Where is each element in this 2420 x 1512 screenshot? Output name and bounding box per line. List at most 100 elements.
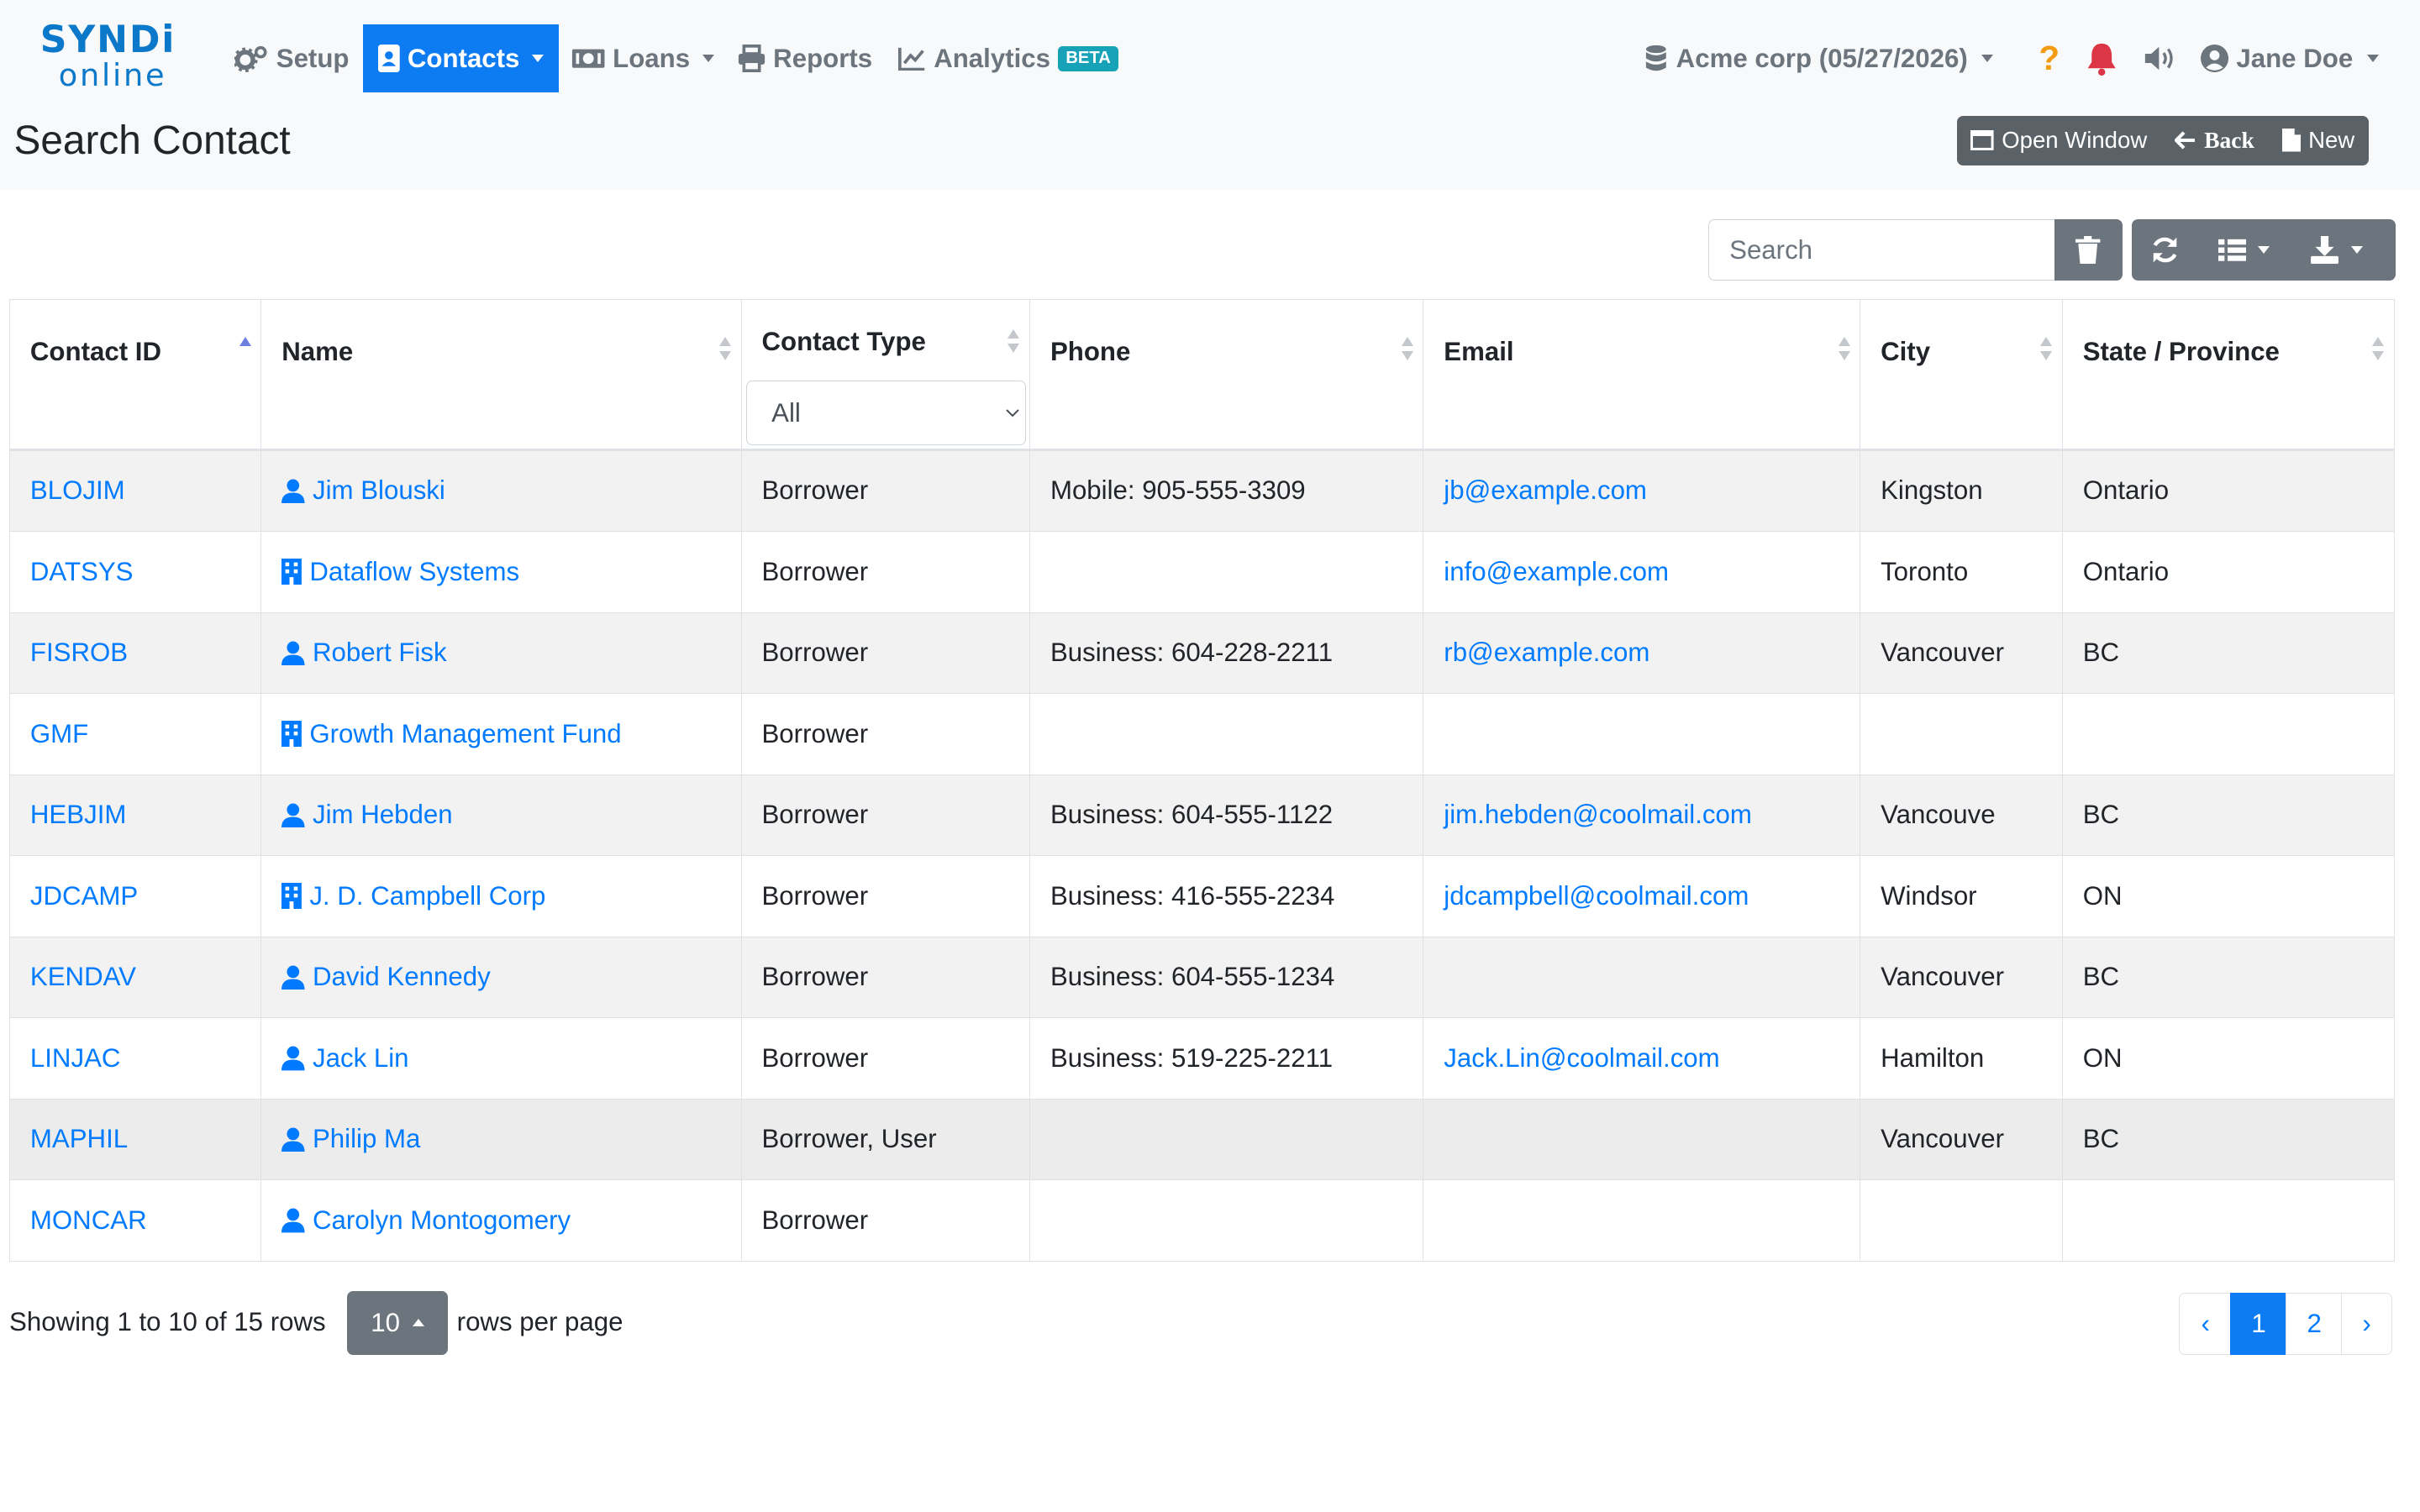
printer-icon bbox=[738, 45, 765, 73]
contact-name-link[interactable]: Growth Management Fund bbox=[281, 719, 720, 749]
page-1[interactable]: 1 bbox=[2230, 1293, 2288, 1355]
cell-state: BC bbox=[2061, 936, 2395, 1019]
cell-email: Jack.Lin@coolmail.com bbox=[1423, 1017, 1861, 1100]
contact-id-link[interactable]: MONCAR bbox=[30, 1205, 147, 1235]
user-menu[interactable]: Jane Doe bbox=[2201, 24, 2379, 92]
table-row[interactable]: GMF Growth Management Fund Borrower bbox=[9, 693, 2395, 775]
cell-phone: Business: 604-228-2211 bbox=[1029, 612, 1424, 695]
cell-contact-id: HEBJIM bbox=[9, 774, 262, 857]
table-row[interactable]: FISROB Robert Fisk Borrower Business: 604-2… bbox=[9, 612, 2395, 695]
contact-name-link[interactable]: Robert Fisk bbox=[281, 638, 720, 668]
contact-id-link[interactable]: JDCAMP bbox=[30, 881, 138, 911]
nav-setup[interactable]: Setup bbox=[234, 24, 349, 92]
email-link[interactable]: rb@example.com bbox=[1444, 638, 1649, 667]
contact-name-link[interactable]: Jack Lin bbox=[281, 1043, 720, 1074]
cell-city: Windsor bbox=[1860, 855, 2063, 937]
contact-id-link[interactable]: GMF bbox=[30, 719, 88, 748]
header-contact-id[interactable]: Contact ID bbox=[9, 299, 262, 451]
email-link[interactable]: jb@example.com bbox=[1444, 475, 1647, 505]
table-header-row: Contact ID Name Contact Type All Phone E… bbox=[9, 299, 2395, 451]
chevron-down-icon bbox=[2366, 55, 2379, 63]
cell-name: Philip Ma bbox=[260, 1098, 742, 1181]
table-row[interactable]: MAPHIL Philip Ma Borrower, User Vancouver BC bbox=[9, 1098, 2395, 1181]
contact-name-link[interactable]: J. D. Campbell Corp bbox=[281, 881, 720, 911]
bell-icon[interactable] bbox=[2085, 24, 2118, 92]
contact-id-link[interactable]: FISROB bbox=[30, 638, 128, 667]
new-button[interactable]: New bbox=[2268, 116, 2368, 165]
contact-name: Growth Management Fund bbox=[309, 718, 622, 748]
company-selector[interactable]: Acme corp (05/27/2026) bbox=[1645, 24, 1994, 92]
table-row[interactable]: MONCAR Carolyn Montogomery Borrower bbox=[9, 1179, 2395, 1262]
cell-phone: Business: 604-555-1122 bbox=[1029, 774, 1424, 857]
sort-icon bbox=[1007, 327, 1020, 354]
table-row[interactable]: LINJAC Jack Lin Borrower Business: 519-225-… bbox=[9, 1017, 2395, 1100]
cell-contact-id: KENDAV bbox=[9, 936, 262, 1019]
user-icon bbox=[281, 1127, 305, 1152]
contact-id-link[interactable]: MAPHIL bbox=[30, 1124, 128, 1153]
header-city[interactable]: City bbox=[1860, 299, 2063, 451]
contacts-table: Contact ID Name Contact Type All Phone E… bbox=[9, 299, 2395, 1262]
header-name[interactable]: Name bbox=[260, 299, 742, 451]
nav-reports[interactable]: Reports bbox=[738, 24, 872, 92]
cell-contact-type: Borrower bbox=[740, 1179, 1031, 1262]
contact-id-link[interactable]: LINJAC bbox=[30, 1043, 121, 1073]
table-row[interactable]: HEBJIM Jim Hebden Borrower Business: 604-55… bbox=[9, 774, 2395, 857]
volume-icon[interactable] bbox=[2144, 24, 2177, 92]
nav-contacts-label: Contacts bbox=[407, 43, 520, 73]
nav-analytics[interactable]: Analytics BETA bbox=[897, 24, 1118, 92]
table-row[interactable]: BLOJIM Jim Blouski Borrower Mobile: 905-555… bbox=[9, 449, 2395, 533]
header-city-label: City bbox=[1881, 337, 1931, 367]
table-row[interactable]: JDCAMP J. D. Campbell Corp Borrower Busines… bbox=[9, 855, 2395, 937]
refresh-icon bbox=[2154, 237, 2177, 263]
contact-id-link[interactable]: BLOJIM bbox=[30, 475, 125, 505]
cell-name: Growth Management Fund bbox=[260, 693, 742, 775]
email-link[interactable]: Jack.Lin@coolmail.com bbox=[1444, 1043, 1719, 1073]
back-button[interactable]: Back bbox=[2161, 116, 2269, 165]
contact-name-link[interactable]: David Kennedy bbox=[281, 962, 720, 992]
header-phone[interactable]: Phone bbox=[1029, 299, 1424, 451]
contact-name-link[interactable]: Jim Hebden bbox=[281, 800, 720, 830]
columns-toggle-button[interactable] bbox=[2199, 219, 2289, 281]
rows-per-page-button[interactable]: 10 bbox=[347, 1291, 448, 1355]
contact-name: Jim Hebden bbox=[312, 800, 453, 830]
contact-id-link[interactable]: KENDAV bbox=[30, 962, 136, 991]
contact-name-link[interactable]: Jim Blouski bbox=[281, 475, 720, 506]
syndi-logo[interactable]: SYNDi online bbox=[40, 21, 179, 99]
contact-type-filter[interactable]: All bbox=[746, 380, 1026, 445]
contact-name-link[interactable]: Philip Ma bbox=[281, 1124, 720, 1154]
building-icon bbox=[281, 721, 302, 748]
cell-phone: Business: 416-555-2234 bbox=[1029, 855, 1424, 937]
table-row[interactable]: KENDAV David Kennedy Borrower Business: 604… bbox=[9, 936, 2395, 1019]
email-link[interactable]: info@example.com bbox=[1444, 557, 1669, 586]
cell-state: ON bbox=[2061, 855, 2395, 937]
email-link[interactable]: jim.hebden@coolmail.com bbox=[1444, 800, 1752, 829]
contact-name-link[interactable]: Dataflow Systems bbox=[281, 557, 720, 587]
refresh-button[interactable] bbox=[2132, 219, 2200, 281]
page-2[interactable]: 2 bbox=[2286, 1293, 2344, 1355]
email-link[interactable]: jdcampbell@coolmail.com bbox=[1444, 881, 1749, 911]
nav-contacts[interactable]: Contacts bbox=[362, 24, 560, 93]
cell-name: Dataflow Systems bbox=[260, 531, 742, 613]
header-contact-type[interactable]: Contact Type All bbox=[740, 299, 1031, 451]
open-window-button[interactable]: Open Window bbox=[1957, 116, 2161, 165]
search-input[interactable] bbox=[1708, 218, 2054, 281]
cell-phone bbox=[1029, 1179, 1424, 1262]
clear-search-button[interactable] bbox=[2054, 218, 2123, 281]
contact-id-link[interactable]: DATSYS bbox=[30, 557, 134, 586]
contact-name-link[interactable]: Carolyn Montogomery bbox=[281, 1205, 720, 1236]
sort-icon bbox=[2372, 334, 2385, 362]
page-prev[interactable]: ‹ bbox=[2179, 1293, 2232, 1355]
header-state[interactable]: State / Province bbox=[2061, 299, 2395, 451]
cell-email: jdcampbell@coolmail.com bbox=[1423, 855, 1861, 937]
cell-contact-type: Borrower bbox=[740, 693, 1031, 775]
page-next[interactable]: › bbox=[2341, 1293, 2392, 1355]
money-bill-icon bbox=[571, 49, 605, 68]
contact-id-link[interactable]: HEBJIM bbox=[30, 800, 126, 829]
header-email[interactable]: Email bbox=[1423, 299, 1861, 451]
table-row[interactable]: DATSYS Dataflow Systems Borrower info@examp… bbox=[9, 531, 2395, 613]
help-icon[interactable]: ? bbox=[2039, 24, 2060, 92]
building-icon bbox=[281, 883, 302, 910]
cell-phone: Mobile: 905-555-3309 bbox=[1029, 449, 1424, 533]
nav-loans[interactable]: Loans bbox=[571, 24, 714, 92]
export-button[interactable] bbox=[2289, 219, 2385, 281]
